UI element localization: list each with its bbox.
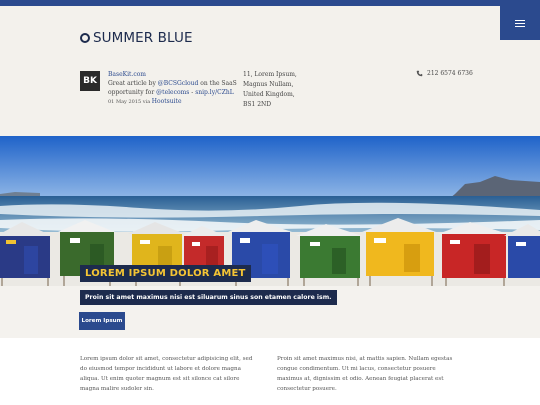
- phone-number: 212 6574 6736: [427, 70, 473, 77]
- hero-title: LOREM IPSUM DOLOR AMET: [80, 265, 251, 282]
- tweet-date: 01 May 2015: [108, 99, 142, 105]
- via-link[interactable]: Hootsuite: [152, 98, 182, 105]
- tweet-widget: BK BaseKit.com Great article by @BCSGclo…: [80, 70, 248, 107]
- basekit-avatar: BK: [80, 71, 100, 91]
- ring-icon: [80, 33, 90, 43]
- tweet-meta: 01 May 2015 via Hootsuite: [108, 98, 182, 105]
- hamburger-icon: [515, 19, 525, 21]
- tweet-account-link[interactable]: BaseKit.com: [108, 71, 146, 78]
- content-column-2: Proin sit amet maximus nisi, at mattis s…: [277, 356, 453, 392]
- menu-button[interactable]: [500, 6, 540, 40]
- content-section: Lorem ipsum dolor sit amet, consectetur …: [0, 338, 540, 405]
- short-url-link[interactable]: snip.ly/CZhL: [195, 89, 234, 96]
- mention-link-2[interactable]: @telecoms: [156, 89, 189, 96]
- tweet-body: BaseKit.com Great article by @BCSGcloud …: [108, 70, 248, 107]
- hero-subtitle: Proin sit amet maximus nisi est siluarum…: [80, 290, 337, 305]
- hero-cta-button[interactable]: Lorem Ipsum: [79, 312, 125, 330]
- top-accent-bar: [0, 0, 540, 6]
- beach-huts-photo: [0, 136, 540, 338]
- site-logo[interactable]: SUMMER BLUE: [80, 30, 193, 46]
- phone-contact: 212 6574 6736: [416, 70, 473, 77]
- phone-icon: [416, 70, 423, 77]
- mention-link[interactable]: @BCSGcloud: [158, 80, 199, 87]
- address-block: 11, Lorem Ipsum, Magnus Nullam, United K…: [243, 71, 297, 108]
- brand-name: SUMMER BLUE: [93, 30, 193, 46]
- tweet-text: Great article by @BCSGcloud on the SaaS …: [108, 80, 237, 96]
- hero-image: [0, 136, 540, 338]
- content-column-1: Lorem ipsum dolor sit amet, consectetur …: [80, 356, 253, 392]
